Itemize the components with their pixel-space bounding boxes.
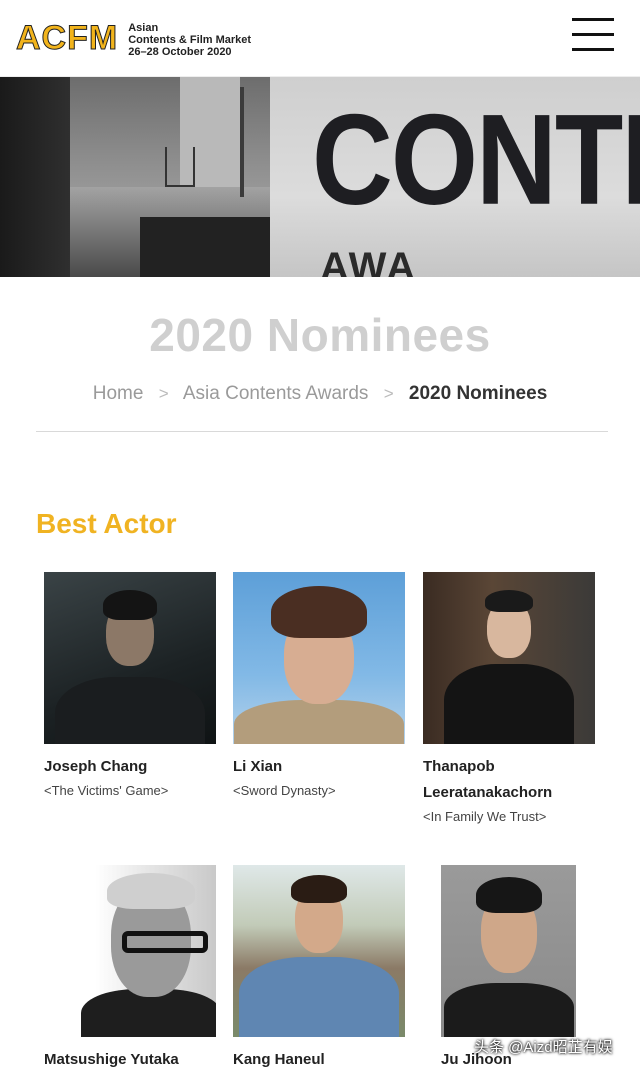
nominee-work: <The Victims' Game> bbox=[44, 783, 169, 798]
nominee-photo[interactable] bbox=[44, 865, 216, 1037]
nominee-name: Thanapob Leeratanakachorn bbox=[423, 758, 553, 801]
breadcrumb-current: 2020 Nominees bbox=[408, 383, 548, 404]
studio-photo bbox=[70, 77, 270, 277]
nominee-photo[interactable] bbox=[233, 865, 405, 1037]
hamburger-menu-icon[interactable] bbox=[572, 18, 614, 52]
logo[interactable]: ACFM Asian Contents & Film Market 26–28 … bbox=[15, 19, 252, 59]
nominee-photo[interactable] bbox=[233, 572, 405, 744]
nominee-name: Kang Haneul bbox=[233, 1051, 325, 1068]
nominee-card-li-xian[interactable]: Li Xian <Sword Dynasty> bbox=[233, 572, 405, 800]
nominee-photo[interactable] bbox=[441, 865, 576, 1037]
nominee-card-matsushige-yutaka[interactable]: Matsushige Yutaka bbox=[44, 865, 216, 1073]
page-title: 2020 Nominees bbox=[149, 309, 491, 361]
nominee-name: Joseph Chang bbox=[44, 758, 148, 775]
nominee-card-kang-haneul[interactable]: Kang Haneul bbox=[233, 865, 405, 1073]
nominee-name: Li Xian bbox=[233, 758, 283, 775]
nominee-photo[interactable] bbox=[423, 572, 595, 744]
content-sign-photo: CONTENT AWA bbox=[270, 77, 640, 277]
nominee-work: <In Family We Trust> bbox=[423, 809, 547, 824]
breadcrumb-home[interactable]: Home bbox=[93, 383, 144, 404]
section-title-best-actor: Best Actor bbox=[36, 508, 177, 539]
nominee-card-thanapob[interactable]: Thanapob Leeratanakachorn <In Family We … bbox=[423, 572, 595, 826]
chevron-right-icon: > bbox=[383, 384, 394, 403]
nominee-name: Matsushige Yutaka bbox=[44, 1051, 179, 1068]
nominee-work: <Sword Dynasty> bbox=[233, 783, 336, 798]
chevron-right-icon: > bbox=[158, 384, 169, 403]
nominee-photo[interactable] bbox=[44, 572, 216, 744]
logo-wordmark: ACFM bbox=[15, 19, 119, 57]
top-bar: ACFM Asian Contents & Film Market 26–28 … bbox=[0, 0, 640, 77]
hero-banner: CONTENT AWA bbox=[0, 77, 640, 277]
breadcrumb-asia-contents-awards[interactable]: Asia Contents Awards bbox=[183, 383, 369, 404]
nominee-card-joseph-chang[interactable]: Joseph Chang <The Victims' Game> bbox=[44, 572, 216, 800]
breadcrumb: Home > Asia Contents Awards > 2020 Nomin… bbox=[0, 383, 640, 405]
logo-tagline: Asian Contents & Film Market 26–28 Octob… bbox=[128, 22, 252, 58]
divider bbox=[36, 431, 608, 432]
watermark: 头条 @Aizd昭芷有娱 bbox=[474, 1039, 613, 1056]
